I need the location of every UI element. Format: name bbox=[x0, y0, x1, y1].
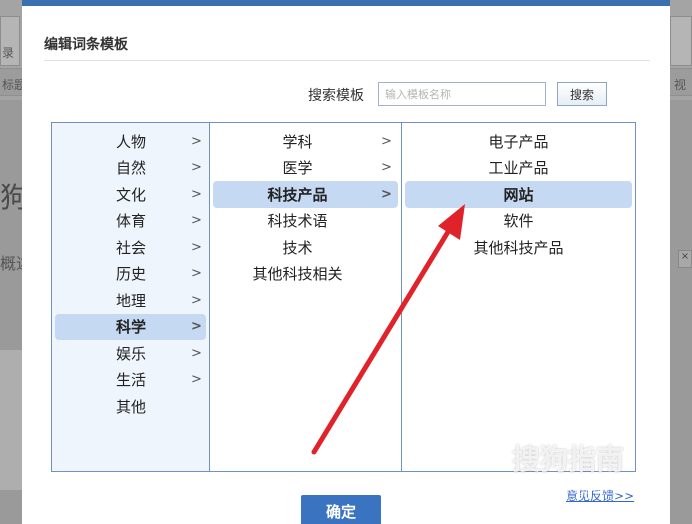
category-item[interactable]: 体育 > bbox=[55, 208, 206, 235]
chevron-right-icon: > bbox=[191, 213, 202, 229]
search-button[interactable]: 搜索 bbox=[557, 82, 607, 106]
category-item-label: 人物 bbox=[116, 132, 147, 151]
category-item[interactable]: 科技术语 bbox=[213, 208, 398, 235]
chevron-right-icon: > bbox=[191, 292, 202, 308]
category-column-3: 电子产品工业产品网站软件其他科技产品 bbox=[402, 123, 635, 471]
category-item[interactable]: 历史 > bbox=[55, 261, 206, 288]
background-text: 视 bbox=[674, 78, 687, 92]
category-item-label: 技术 bbox=[282, 238, 313, 257]
category-item[interactable]: 文化 > bbox=[55, 181, 206, 208]
category-list-3: 电子产品工业产品网站软件其他科技产品 bbox=[402, 123, 635, 261]
category-item-label: 工业产品 bbox=[488, 159, 549, 178]
category-item[interactable]: 地理 > bbox=[55, 287, 206, 314]
chevron-right-icon: > bbox=[191, 345, 202, 361]
category-item-label: 其他 bbox=[116, 397, 147, 416]
chevron-right-icon: > bbox=[191, 239, 202, 255]
category-item-label: 地理 bbox=[116, 291, 147, 310]
category-item[interactable]: 生活 > bbox=[55, 367, 206, 394]
category-item-label: 其他科技产品 bbox=[473, 238, 564, 257]
chevron-right-icon: > bbox=[191, 372, 202, 388]
category-item[interactable]: 人物 > bbox=[55, 128, 206, 155]
background-panel bbox=[0, 350, 22, 490]
category-item[interactable]: 技术 bbox=[213, 234, 398, 261]
category-item[interactable]: 电子产品 bbox=[405, 128, 632, 155]
chevron-right-icon: > bbox=[381, 186, 392, 202]
category-item-label: 生活 bbox=[116, 371, 147, 390]
category-item[interactable]: 学科 > bbox=[213, 128, 398, 155]
category-item-label: 其他科技相关 bbox=[252, 265, 343, 284]
chevron-right-icon: > bbox=[191, 133, 202, 149]
category-item[interactable]: 自然 > bbox=[55, 155, 206, 182]
background-text: 录 bbox=[2, 46, 15, 60]
category-item[interactable]: 其他科技产品 bbox=[405, 234, 632, 261]
chevron-right-icon: > bbox=[191, 266, 202, 282]
category-item-label: 娱乐 bbox=[116, 344, 147, 363]
category-item-label: 科学 bbox=[116, 318, 147, 337]
category-item[interactable]: 网站 bbox=[405, 181, 632, 208]
category-item-label: 科技术语 bbox=[267, 212, 328, 231]
background-right-button bbox=[670, 16, 692, 66]
category-item[interactable]: 软件 bbox=[405, 208, 632, 235]
category-item[interactable]: 科技产品 > bbox=[213, 181, 398, 208]
category-item[interactable]: 工业产品 bbox=[405, 155, 632, 182]
search-label: 搜索模板 bbox=[308, 88, 364, 104]
category-item-label: 社会 bbox=[116, 238, 147, 257]
category-list-2: 学科 > 医学 > 科技产品 > 科技术语技术其他科技相关 bbox=[210, 123, 401, 287]
category-item-label: 学科 bbox=[282, 132, 313, 151]
category-item[interactable]: 科学 > bbox=[55, 313, 206, 340]
chevron-right-icon: > bbox=[191, 186, 202, 202]
category-item-label: 网站 bbox=[503, 185, 534, 204]
category-column-2: 学科 > 医学 > 科技产品 > 科技术语技术其他科技相关 bbox=[210, 123, 402, 471]
category-item[interactable]: 医学 > bbox=[213, 155, 398, 182]
category-item-label: 历史 bbox=[116, 265, 147, 284]
category-item[interactable]: 社会 > bbox=[55, 234, 206, 261]
title-divider bbox=[44, 60, 650, 61]
category-columns: 人物 > 自然 > 文化 > 体育 > 社会 > 历史 > 地理 > 科学 > 娱乐 > 生活 > 其他 学科 > 医学 > 科… bbox=[51, 122, 636, 472]
category-item[interactable]: 其他科技相关 bbox=[213, 261, 398, 288]
watermark-logo: 搜狗指南 bbox=[512, 443, 625, 476]
chevron-right-icon: > bbox=[191, 160, 202, 176]
dialog-title: 编辑词条模板 bbox=[44, 37, 128, 53]
chevron-right-icon: > bbox=[381, 133, 392, 149]
category-item[interactable]: 娱乐 > bbox=[55, 340, 206, 367]
category-item-label: 软件 bbox=[503, 212, 534, 231]
category-item-label: 文化 bbox=[116, 185, 147, 204]
chevron-right-icon: > bbox=[191, 319, 202, 335]
search-input[interactable] bbox=[378, 82, 546, 106]
category-item[interactable]: 其他 bbox=[55, 393, 206, 420]
confirm-button[interactable]: 确定 bbox=[301, 495, 381, 524]
watermark-url: zhinan.sogou.com bbox=[516, 484, 633, 497]
category-column-1: 人物 > 自然 > 文化 > 体育 > 社会 > 历史 > 地理 > 科学 > 娱乐 > 生活 > 其他 bbox=[52, 123, 210, 471]
chevron-right-icon: > bbox=[381, 160, 392, 176]
category-item-label: 体育 bbox=[116, 212, 147, 231]
category-item-label: 科技产品 bbox=[267, 185, 328, 204]
category-item-label: 电子产品 bbox=[488, 132, 549, 151]
category-item-label: 自然 bbox=[116, 159, 147, 178]
category-item-label: 医学 bbox=[282, 159, 313, 178]
category-list-1: 人物 > 自然 > 文化 > 体育 > 社会 > 历史 > 地理 > 科学 > 娱乐 > 生活 > 其他 bbox=[52, 123, 209, 420]
background-close-icon: × bbox=[678, 250, 692, 268]
